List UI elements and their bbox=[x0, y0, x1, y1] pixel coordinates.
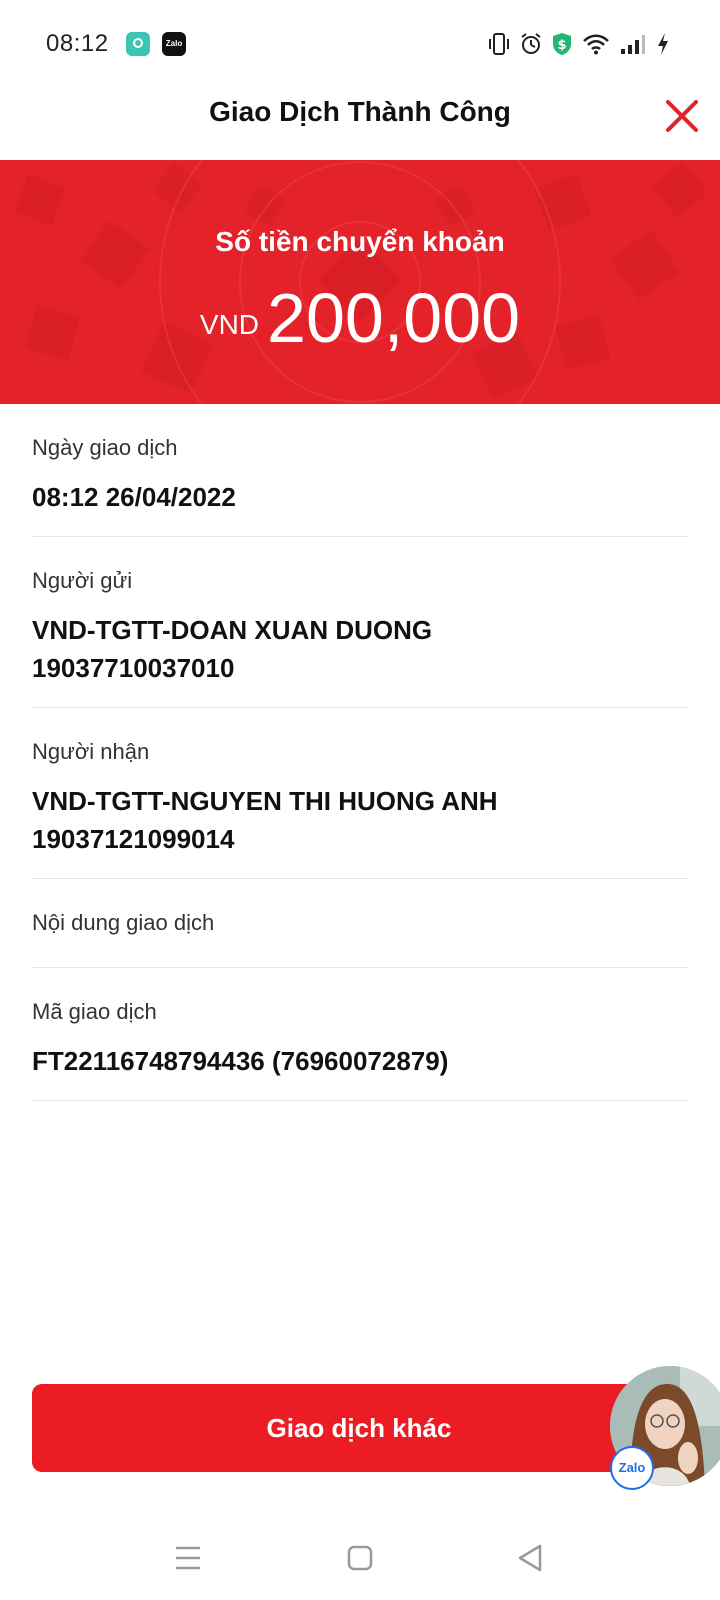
detail-value: VND-TGTT-NGUYEN THI HUONG ANH bbox=[32, 786, 498, 816]
signal-icon bbox=[620, 33, 646, 55]
detail-label: Nội dung giao dịch bbox=[32, 910, 215, 935]
page-title: Giao Dịch Thành Công bbox=[209, 96, 511, 127]
detail-value: 08:12 26/04/2022 bbox=[32, 482, 236, 512]
menu-icon bbox=[176, 1546, 200, 1570]
close-icon bbox=[666, 100, 698, 132]
back-button[interactable] bbox=[510, 1538, 550, 1578]
assistant-app-icon bbox=[126, 32, 150, 56]
navigation-bar bbox=[0, 1520, 720, 1600]
header: Giao Dịch Thành Công bbox=[0, 88, 720, 160]
shield-dollar-icon: $ bbox=[552, 32, 572, 56]
status-time: 08:12 bbox=[46, 30, 109, 57]
amount-banner: Số tiền chuyển khoản VND 200,000 bbox=[0, 160, 720, 404]
home-button[interactable] bbox=[340, 1538, 380, 1578]
detail-label: Người nhận bbox=[32, 739, 150, 764]
status-bar: 08:12 Zalo $ bbox=[0, 0, 720, 88]
zalo-app-icon: Zalo bbox=[162, 32, 186, 56]
system-icons: $ bbox=[488, 30, 670, 58]
alarm-icon bbox=[520, 32, 542, 56]
amount-label: Số tiền chuyển khoản bbox=[215, 226, 505, 257]
amount-value: 200,000 bbox=[267, 279, 521, 357]
back-icon bbox=[518, 1544, 542, 1572]
detail-label: Ngày giao dịch bbox=[32, 435, 178, 460]
amount-row: VND 200,000 bbox=[0, 278, 720, 358]
detail-account-number: 19037121099014 bbox=[32, 824, 235, 854]
detail-label: Mã giao dịch bbox=[32, 999, 157, 1024]
detail-row-content: Nội dung giao dịch bbox=[32, 879, 688, 968]
svg-text:$: $ bbox=[557, 38, 566, 53]
charging-icon bbox=[656, 32, 670, 56]
zalo-badge: Zalo bbox=[610, 1446, 654, 1490]
detail-row-sender: Người gửi VND-TGTT-DOAN XUAN DUONG 19037… bbox=[32, 537, 688, 708]
amount-currency: VND bbox=[199, 309, 260, 340]
detail-row-recipient: Người nhận VND-TGTT-NGUYEN THI HUONG ANH… bbox=[32, 708, 688, 879]
wifi-icon bbox=[582, 33, 610, 55]
vibrate-icon bbox=[488, 32, 510, 56]
detail-account-number: 19037710037010 bbox=[32, 653, 235, 683]
detail-row-date: Ngày giao dịch 08:12 26/04/2022 bbox=[32, 404, 688, 537]
menu-button[interactable] bbox=[168, 1538, 208, 1578]
transaction-details: Ngày giao dịch 08:12 26/04/2022 Người gử… bbox=[32, 404, 688, 1101]
detail-value: VND-TGTT-DOAN XUAN DUONG bbox=[32, 615, 433, 645]
detail-label: Người gửi bbox=[32, 568, 133, 593]
detail-value: FT22116748794436 (76960072879) bbox=[32, 1046, 449, 1076]
home-icon bbox=[347, 1545, 373, 1571]
detail-row-transaction-id: Mã giao dịch FT22116748794436 (769600728… bbox=[32, 968, 688, 1101]
close-button[interactable] bbox=[662, 96, 702, 136]
new-transaction-button[interactable]: Giao dịch khác bbox=[32, 1384, 686, 1472]
